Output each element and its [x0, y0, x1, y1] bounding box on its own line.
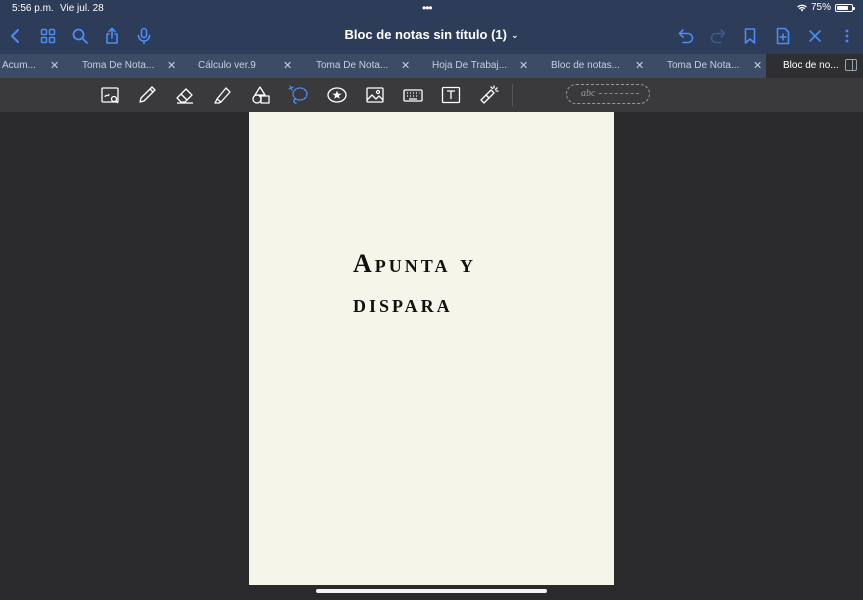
status-time: 5:56 p.m. — [12, 3, 54, 14]
tab-label: Hoja De Trabaj... — [432, 60, 508, 71]
chevron-down-icon: ⌄ — [510, 30, 519, 40]
tab-item[interactable]: Bloc de notas... ✕ — [532, 54, 648, 78]
document-title-text: Bloc de notas sin título (1) — [344, 27, 507, 42]
status-bar: 5:56 p.m. Vie jul. 28 ••• 75% — [0, 0, 863, 18]
tab-close-icon[interactable]: ✕ — [753, 59, 762, 72]
tab-label: Bloc de no... — [783, 60, 839, 71]
tab-close-icon[interactable]: ✕ — [167, 59, 176, 72]
laser-pointer-icon[interactable] — [477, 83, 501, 107]
handwriting-input[interactable]: abc — [566, 84, 650, 104]
page-handwritten-text[interactable]: Apunta y dispara — [353, 244, 476, 324]
sidebar-toggle-icon[interactable] — [845, 59, 857, 71]
multitask-dots-icon[interactable]: ••• — [422, 1, 433, 15]
shapes-icon[interactable] — [249, 83, 273, 107]
nav-bar: Bloc de notas sin título (1) ⌄ — [0, 18, 863, 54]
undo-icon[interactable] — [674, 24, 698, 48]
tab-item[interactable]: Acum... ✕ — [0, 54, 66, 78]
page-text-line-2: dispara — [353, 289, 453, 318]
page-text-line-1: Apunta y — [353, 249, 476, 278]
tab-item-active[interactable]: Bloc de no... — [766, 54, 863, 78]
more-icon[interactable] — [835, 24, 859, 48]
document-title[interactable]: Bloc de notas sin título (1) ⌄ — [0, 27, 863, 42]
tab-label: Cálculo ver.9 — [198, 60, 256, 71]
bookmark-icon[interactable] — [738, 24, 762, 48]
lasso-icon[interactable] — [287, 83, 311, 107]
close-icon[interactable] — [803, 24, 827, 48]
tab-close-icon[interactable]: ✕ — [519, 59, 528, 72]
home-indicator[interactable] — [316, 589, 547, 593]
tab-label: Toma De Nota... — [667, 60, 740, 71]
battery-icon — [835, 3, 855, 12]
zoom-window-icon[interactable] — [98, 83, 122, 107]
tab-close-icon[interactable]: ✕ — [50, 59, 59, 72]
toolbar-divider — [512, 84, 513, 106]
highlighter-icon[interactable] — [211, 83, 235, 107]
drawing-toolbar — [0, 78, 863, 112]
tab-close-icon[interactable]: ✕ — [283, 59, 292, 72]
status-date: Vie jul. 28 — [60, 3, 104, 14]
tab-item[interactable]: Hoja De Trabaj... ✕ — [414, 54, 532, 78]
battery-percent: 75% — [810, 2, 831, 13]
pen-icon[interactable] — [135, 83, 159, 107]
keyboard-icon[interactable] — [401, 83, 425, 107]
tab-label: Acum... — [2, 60, 36, 71]
add-page-icon[interactable] — [771, 24, 795, 48]
handwriting-line — [599, 93, 640, 94]
notebook-page[interactable]: Apunta y dispara — [249, 112, 614, 585]
eraser-icon[interactable] — [173, 83, 197, 107]
tab-item[interactable]: Toma De Nota... ✕ — [66, 54, 182, 78]
handwriting-placeholder: abc — [581, 88, 596, 99]
tab-close-icon[interactable]: ✕ — [401, 59, 410, 72]
image-icon[interactable] — [363, 83, 387, 107]
status-right: 75% — [797, 2, 855, 13]
redo-icon[interactable] — [706, 24, 730, 48]
tab-close-icon[interactable]: ✕ — [635, 59, 644, 72]
tab-label: Toma De Nota... — [82, 60, 155, 71]
tab-label: Bloc de notas... — [551, 60, 620, 71]
tab-label: Toma De Nota... — [316, 60, 389, 71]
sticker-icon[interactable] — [325, 83, 349, 107]
wifi-icon — [797, 4, 807, 11]
tab-item[interactable]: Toma De Nota... ✕ — [648, 54, 766, 78]
tab-item[interactable]: Toma De Nota... ✕ — [298, 54, 414, 78]
text-box-icon[interactable] — [439, 83, 463, 107]
tab-bar: Acum... ✕ Toma De Nota... ✕ Cálculo ver.… — [0, 54, 863, 78]
tab-item[interactable]: Cálculo ver.9 ✕ — [182, 54, 298, 78]
battery-fill — [837, 5, 848, 10]
